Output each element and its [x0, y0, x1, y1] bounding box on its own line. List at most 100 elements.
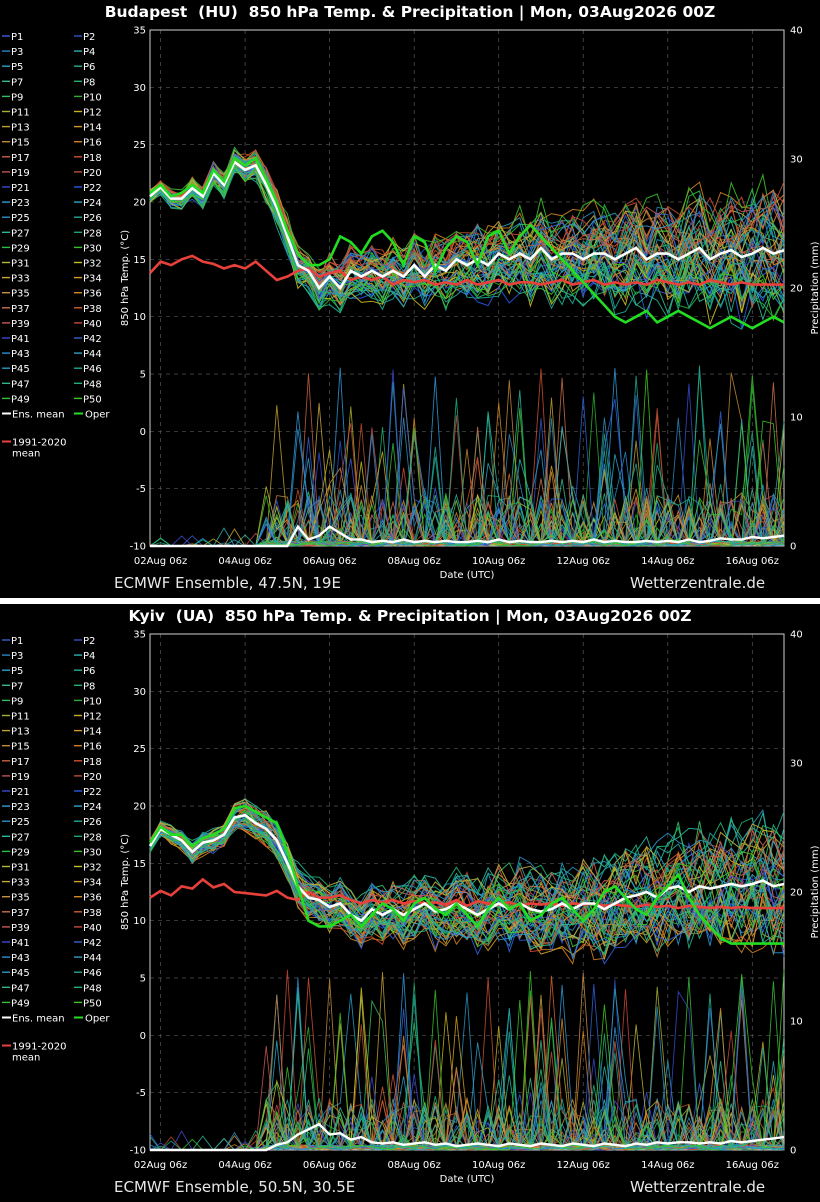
legend-item-P3: P3 [11, 651, 23, 662]
x-tick-label: 16Aug 06z [726, 556, 779, 567]
legend-item-P3: P3 [11, 47, 23, 58]
member-precip-line-P4 [150, 1010, 785, 1151]
legend-item-P48: P48 [83, 379, 102, 390]
x-axis-label: Date (UTC) [440, 570, 495, 581]
y-tick-label: 5 [140, 370, 146, 381]
legend-item-P33: P33 [11, 878, 30, 889]
legend-item-P45: P45 [11, 968, 30, 979]
legend-item-P41: P41 [11, 334, 30, 345]
y-tick-label: 25 [133, 140, 146, 151]
chart-title: Budapest (HU) 850 hPa Temp. & Precipitat… [104, 3, 716, 21]
x-tick-label: 02Aug 06z [134, 1160, 187, 1171]
legend-item-P24: P24 [83, 198, 102, 209]
legend-item-P33: P33 [11, 274, 30, 285]
legend-item-P31: P31 [11, 259, 30, 270]
y-axis-label: 850 hPa Temp. (°C) [120, 230, 131, 326]
legend-item-P32: P32 [83, 863, 102, 874]
legend-item-ens-mean: Ens. mean [12, 1014, 65, 1025]
y2-tick-label: 0 [790, 542, 796, 553]
legend-item-P42: P42 [83, 938, 102, 949]
x-tick-label: 10Aug 06z [472, 556, 525, 567]
y-tick-label: 35 [133, 630, 146, 641]
legend-item-P14: P14 [83, 727, 102, 738]
chart-title: Kyiv (UA) 850 hPa Temp. & Precipitation … [128, 607, 692, 625]
legend-item-P37: P37 [11, 304, 30, 315]
legend-item-P21: P21 [11, 183, 30, 194]
budapest-chart: 35 30 25 20 15 10 5 0 -5 -10 40 30 20 10 0 02Aug 06z 04A… [2, 26, 820, 581]
legend-item-ens-mean: Ens. mean [12, 410, 65, 421]
legend-item-P24: P24 [83, 802, 102, 813]
legend-item-P43: P43 [11, 349, 30, 360]
y-tick-label: 0 [140, 427, 146, 438]
y-tick-label: 35 [133, 26, 146, 37]
legend-item-P2: P2 [83, 32, 95, 43]
x-tick-label: 04Aug 06z [218, 1160, 271, 1171]
legend-item-P4: P4 [83, 651, 95, 662]
legend-item-P16: P16 [83, 138, 102, 149]
x-tick-label: 10Aug 06z [472, 1160, 525, 1171]
y2-tick-label: 0 [790, 1146, 796, 1157]
x-tick-label: 06Aug 06z [303, 556, 356, 567]
y-tick-label: 30 [133, 83, 146, 94]
legend-item-P47: P47 [11, 379, 30, 390]
legend-item-climatology-mean: mean [12, 1053, 40, 1064]
y2-tick-label: 10 [790, 413, 803, 424]
y-tick-label: 15 [133, 255, 146, 266]
member-precip-line-P27 [149, 390, 785, 548]
legend-item-P6: P6 [83, 666, 95, 677]
member-precip-line-P20 [150, 407, 785, 547]
legend-item-P49: P49 [11, 394, 30, 405]
x-axis-label: Date (UTC) [440, 1174, 495, 1185]
legend-item-P28: P28 [83, 832, 102, 843]
x-tick-label: 14Aug 06z [641, 1160, 694, 1171]
legend-item-P36: P36 [83, 289, 102, 300]
legend-item-P32: P32 [83, 259, 102, 270]
legend-item-oper: Oper [85, 410, 110, 421]
legend-item-P9: P9 [11, 696, 23, 707]
legend-item-P2: P2 [83, 636, 95, 647]
legend-item-P38: P38 [83, 304, 102, 315]
legend: P1 P2 P3 P4 P5 P6 P7 P8 P9 P10 P11 P12 P13 P14 P15 P16 P… [2, 636, 110, 1064]
legend-item-P15: P15 [11, 138, 30, 149]
legend-item-P23: P23 [11, 802, 30, 813]
y2-tick-label: 40 [790, 26, 803, 37]
member-precip-line-P11 [150, 406, 785, 548]
source-label: Wetterzentrale.de [630, 574, 766, 592]
legend-item-P27: P27 [11, 832, 30, 843]
legend-item-P18: P18 [83, 757, 102, 768]
legend-item-P22: P22 [83, 183, 102, 194]
legend-item-P17: P17 [11, 153, 30, 164]
legend-item-P46: P46 [83, 968, 102, 979]
legend: P1 P2 P3 P4 P5 P6 P7 P8 P9 P10 P11 P12 P13 P14 P15 P16 P… [2, 32, 110, 460]
y-tick-label: 10 [133, 312, 146, 323]
legend-item-P1: P1 [11, 636, 23, 647]
y-tick-label: 10 [133, 916, 146, 927]
y2-axis-label: Precipitation (mm) [810, 241, 820, 334]
model-location-label: ECMWF Ensemble, 50.5N, 30.5E [114, 1178, 356, 1196]
y2-tick-label: 20 [790, 284, 803, 295]
legend-item-P35: P35 [11, 289, 30, 300]
legend-item-P44: P44 [83, 953, 102, 964]
legend-item-P26: P26 [83, 817, 102, 828]
legend-item-oper: Oper [85, 1014, 110, 1025]
legend-item-climatology: 1991-2020 [12, 1042, 67, 1053]
y2-tick-label: 40 [790, 630, 803, 641]
legend-item-P6: P6 [83, 62, 95, 73]
legend-item-P27: P27 [11, 228, 30, 239]
legend-item-P13: P13 [11, 727, 30, 738]
legend-item-P13: P13 [11, 123, 30, 134]
legend-item-P36: P36 [83, 893, 102, 904]
x-tick-label: 14Aug 06z [641, 556, 694, 567]
member-precip-line-P42 [150, 387, 785, 547]
budapest-chart-panel: 35 30 25 20 15 10 5 0 -5 -10 40 30 20 10 0 02Aug 06z 04A… [0, 0, 820, 598]
legend-item-P35: P35 [11, 893, 30, 904]
legend-item-P29: P29 [11, 847, 30, 858]
y-tick-label: -10 [130, 1146, 146, 1157]
legend-item-P48: P48 [83, 983, 102, 994]
legend-item-P23: P23 [11, 198, 30, 209]
legend-item-climatology: 1991-2020 [12, 438, 67, 449]
legend-item-P37: P37 [11, 908, 30, 919]
y-tick-label: -5 [136, 1088, 146, 1099]
legend-item-P5: P5 [11, 62, 23, 73]
legend-item-P22: P22 [83, 787, 102, 798]
